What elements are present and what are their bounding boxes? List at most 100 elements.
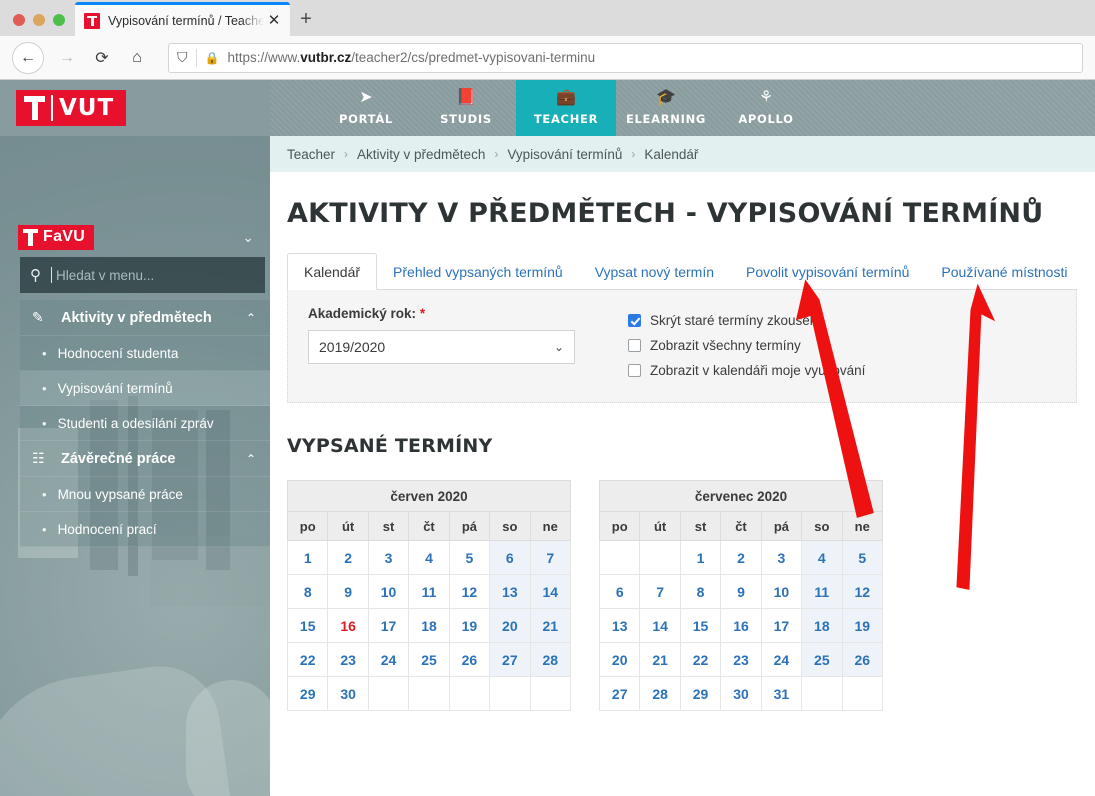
breadcrumb-item-kalendar[interactable]: Kalendář <box>644 147 698 162</box>
sidebar-group-zaverecne-prace[interactable]: ☷ Závěrečné práce ⌃ <box>20 441 270 477</box>
calendar-day[interactable]: 5 <box>841 540 884 575</box>
calendar-day[interactable]: 25 <box>801 642 843 677</box>
calendar-day[interactable]: 19 <box>841 608 884 643</box>
calendar-day[interactable]: 9 <box>720 574 762 609</box>
calendar-day[interactable]: 5 <box>448 540 491 575</box>
calendar-day[interactable]: 26 <box>448 642 491 677</box>
calendar-day[interactable]: 21 <box>639 642 681 677</box>
new-tab-button[interactable]: + <box>290 2 322 36</box>
browser-tab[interactable]: Vypisování termínů / Teacher - V ✕ <box>75 2 290 36</box>
sidebar-item-mnou-vypsane-prace[interactable]: • Mnou vypsané práce <box>20 477 270 512</box>
calendar-day[interactable]: 13 <box>598 608 641 643</box>
calendar-day[interactable]: 7 <box>639 574 681 609</box>
calendar-day[interactable]: 13 <box>489 574 531 609</box>
calendar-day[interactable]: 6 <box>598 574 641 609</box>
calendar-day[interactable]: 8 <box>286 574 329 609</box>
calendar-day[interactable]: 11 <box>801 574 843 609</box>
sidebar-group-aktivity-v-predmetech[interactable]: ✎ Aktivity v předmětech ⌃ <box>20 300 270 336</box>
calendar-day[interactable]: 15 <box>286 608 329 643</box>
checkbox-box[interactable] <box>628 339 641 352</box>
calendar-day[interactable]: 10 <box>760 574 803 609</box>
calendar-day[interactable]: 28 <box>529 642 572 677</box>
calendar-day[interactable]: 31 <box>760 676 803 711</box>
calendar-day[interactable]: 12 <box>841 574 884 609</box>
calendar-day[interactable]: 8 <box>679 574 722 609</box>
shield-icon[interactable]: ⛉ <box>177 49 188 66</box>
menu-search-input[interactable]: ⚲ Hledat v menu... <box>20 257 265 293</box>
tab-vypsat-novy-termin[interactable]: Vypsat nový termín <box>579 254 730 289</box>
topnav-item-studis[interactable]: 📕 STUDIS <box>416 80 516 136</box>
back-button[interactable]: ← <box>12 41 44 74</box>
calendar-day[interactable]: 18 <box>801 608 843 643</box>
calendar-day-today[interactable]: 16 <box>327 608 369 643</box>
topnav-item-portal[interactable]: ➤ PORTÁL <box>316 80 416 136</box>
calendar-day[interactable]: 22 <box>286 642 329 677</box>
calendar-day[interactable]: 24 <box>367 642 410 677</box>
close-window-button[interactable] <box>13 14 25 26</box>
tab-pouzivane-mistnosti[interactable]: Používané místnosti <box>925 254 1083 289</box>
calendar-day[interactable]: 11 <box>408 574 450 609</box>
calendar-day[interactable]: 20 <box>489 608 531 643</box>
url-bar[interactable]: ⛉ 🔒 https://www.vutbr.cz/teacher2/cs/pre… <box>168 42 1083 73</box>
topnav-item-apollo[interactable]: ⚘ APOLLO <box>716 80 816 136</box>
topnav-item-teacher[interactable]: 💼 TEACHER <box>516 80 616 136</box>
chevron-up-icon[interactable]: ⌃ <box>246 311 256 325</box>
calendar-day[interactable]: 27 <box>489 642 531 677</box>
breadcrumb-item-vypisovani[interactable]: Vypisování termínů <box>507 147 622 162</box>
sidebar-item-hodnoceni-praci[interactable]: • Hodnocení prací <box>20 512 270 547</box>
lock-icon[interactable]: 🔒 <box>205 51 220 65</box>
calendar-day[interactable]: 17 <box>367 608 410 643</box>
vut-logo[interactable]: VUT <box>16 90 127 126</box>
chevron-down-icon[interactable]: ⌄ <box>242 230 254 244</box>
maximize-window-button[interactable] <box>53 14 65 26</box>
calendar-day[interactable]: 25 <box>408 642 450 677</box>
calendar-day[interactable]: 14 <box>639 608 681 643</box>
tab-prehled-vypsanych-terminu[interactable]: Přehled vypsaných termínů <box>377 254 579 289</box>
calendar-day[interactable]: 4 <box>408 540 450 575</box>
calendar-day[interactable]: 6 <box>489 540 531 575</box>
chevron-up-icon[interactable]: ⌃ <box>246 452 256 466</box>
calendar-day[interactable]: 28 <box>639 676 681 711</box>
checkbox-zobrazit-vsechny-terminy[interactable]: Zobrazit všechny termíny <box>628 333 865 358</box>
calendar-day[interactable]: 3 <box>760 540 803 575</box>
calendar-day[interactable]: 20 <box>598 642 641 677</box>
calendar-day[interactable]: 23 <box>327 642 369 677</box>
calendar-day[interactable]: 10 <box>367 574 410 609</box>
checkbox-skryt-stare-terminy[interactable]: Skrýt staré termíny zkoušek <box>628 308 865 333</box>
checkbox-box[interactable] <box>628 314 641 327</box>
calendar-day[interactable]: 4 <box>801 540 843 575</box>
home-button[interactable]: ⌂ <box>121 42 153 74</box>
sidebar-item-hodnoceni-studenta[interactable]: • Hodnocení studenta <box>20 336 270 371</box>
calendar-day[interactable]: 29 <box>286 676 329 711</box>
breadcrumb-item-aktivity[interactable]: Aktivity v předmětech <box>357 147 485 162</box>
calendar-day[interactable]: 3 <box>367 540 410 575</box>
faculty-selector[interactable]: FaVU ⌄ <box>0 219 270 255</box>
tab-povolit-vypisovani-terminu[interactable]: Povolit vypisování termínů <box>730 254 925 289</box>
calendar-day[interactable]: 16 <box>720 608 762 643</box>
calendar-day[interactable]: 1 <box>679 540 722 575</box>
tab-kalendar[interactable]: Kalendář <box>287 253 378 290</box>
calendar-day[interactable]: 12 <box>448 574 491 609</box>
close-tab-icon[interactable]: ✕ <box>264 11 284 31</box>
calendar-day[interactable]: 14 <box>529 574 572 609</box>
topnav-item-elearning[interactable]: 🎓 ELEARNING <box>616 80 716 136</box>
calendar-day[interactable]: 18 <box>408 608 450 643</box>
sidebar-item-studenti-a-odesilani-zprav[interactable]: • Studenti a odesílání zpráv <box>20 406 270 441</box>
calendar-day[interactable]: 2 <box>327 540 369 575</box>
sidebar-item-vypisovani-terminu[interactable]: • Vypisování termínů <box>20 371 270 406</box>
checkbox-box[interactable] <box>628 364 641 377</box>
calendar-day[interactable]: 17 <box>760 608 803 643</box>
calendar-day[interactable]: 30 <box>720 676 762 711</box>
calendar-day[interactable]: 26 <box>841 642 884 677</box>
calendar-day[interactable]: 9 <box>327 574 369 609</box>
checkbox-zobrazit-moje-vyucovani[interactable]: Zobrazit v kalendáři moje vyučování <box>628 358 865 383</box>
calendar-day[interactable]: 30 <box>327 676 369 711</box>
window-controls[interactable] <box>0 14 75 36</box>
calendar-day[interactable]: 21 <box>529 608 572 643</box>
calendar-day[interactable]: 23 <box>720 642 762 677</box>
forward-button[interactable]: → <box>51 42 83 74</box>
calendar-day[interactable]: 22 <box>679 642 722 677</box>
calendar-day[interactable]: 27 <box>598 676 641 711</box>
calendar-day[interactable]: 29 <box>679 676 722 711</box>
calendar-day[interactable]: 7 <box>529 540 572 575</box>
